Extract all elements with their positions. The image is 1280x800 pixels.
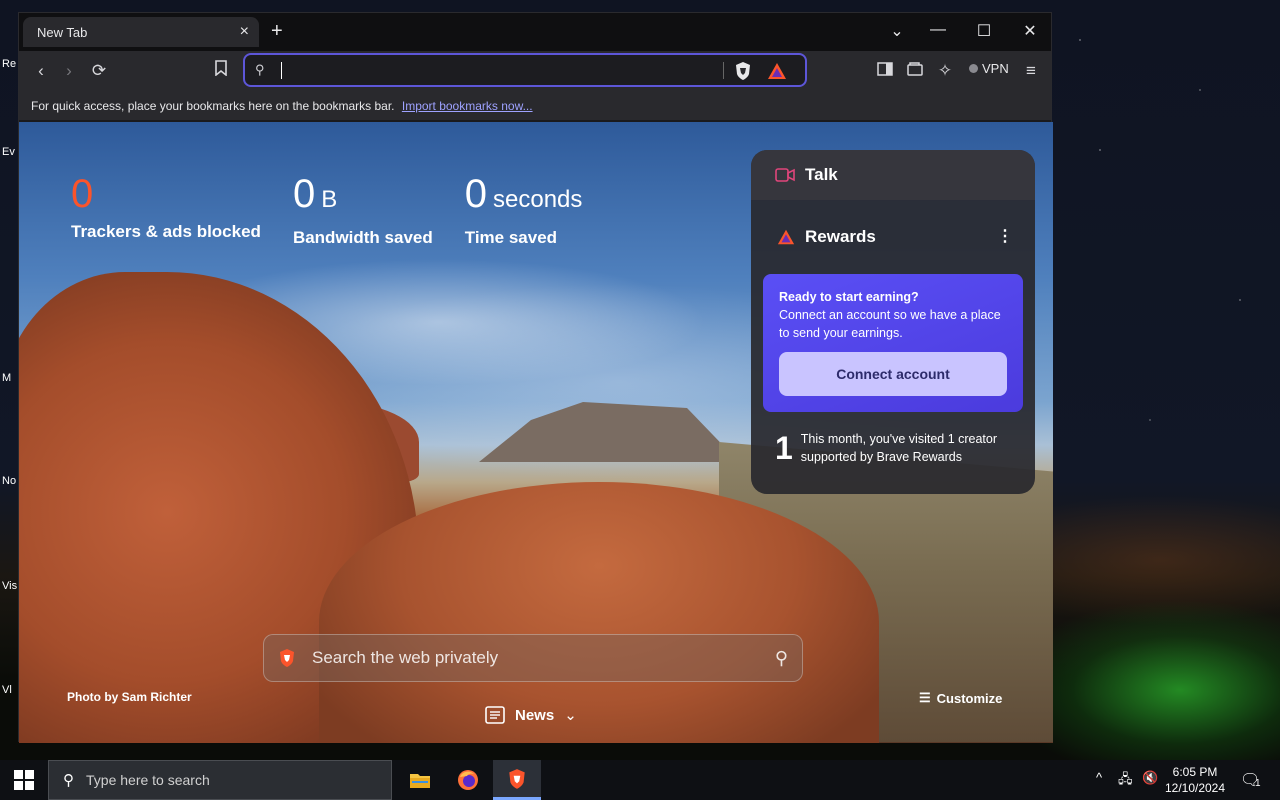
search-icon[interactable]: ⚲ [775,648,788,669]
photo-credit[interactable]: Photo by Sam Richter [67,690,192,704]
bookmarks-hint: For quick access, place your bookmarks h… [31,99,395,113]
rewards-widget-header: Rewards ⋮ [751,212,1035,262]
forward-icon[interactable]: › [57,59,81,83]
network-icon[interactable]: 🖧 [1118,770,1133,792]
tab-strip: New Tab × + ⌄ — ☐ ✕ [19,13,1051,51]
trackers-label: Trackers & ads blocked [71,222,261,241]
creators-visited: 1 This month, you've visited 1 creator s… [775,430,1035,466]
earning-body: Connect an account so we have a place to… [779,308,1001,340]
bandwidth-label: Bandwidth saved [292,228,433,247]
brave-shields-icon[interactable] [734,61,752,81]
chevron-down-icon: ⌄ [564,707,577,724]
tab-new-tab[interactable]: New Tab × [23,17,259,47]
file-explorer-icon[interactable] [396,760,444,800]
close-window-button[interactable]: ✕ [1007,21,1053,41]
ntp-search-placeholder: Search the web privately [312,648,499,667]
earning-title: Ready to start earning? [779,290,919,304]
brave-rewards-icon[interactable] [767,61,787,81]
visited-count: 1 [775,430,793,466]
vpn-label: VPN [982,61,1009,76]
desktop-icon[interactable]: M [2,372,18,384]
background-photo [319,482,879,743]
visited-text: This month, you've visited 1 creator sup… [800,432,998,464]
background-photo [479,402,739,462]
rewards-title: Rewards [805,227,876,246]
divider [723,62,724,79]
taskbar: ⚲ Type here to search ^ 🖧 🔇 6:05 PM 12/1… [0,760,1280,800]
windows-start-icon[interactable] [14,770,34,790]
news-toggle[interactable]: News ⌄ [485,706,577,724]
search-icon: ⚲ [255,62,265,77]
bandwidth-unit: B [321,186,338,213]
ntp-search-box[interactable]: Search the web privately ⚲ [263,634,803,682]
new-tab-button[interactable]: + [271,20,283,43]
minimize-button[interactable]: — [915,21,961,39]
time-value: 0 [464,172,487,216]
stats-widget: 0 Trackers & ads blocked 0B Bandwidth sa… [71,172,582,248]
customize-button[interactable]: ☰ Customize [919,690,1002,706]
tab-title: New Tab [37,24,88,40]
desktop-icon[interactable]: No [2,475,18,487]
address-input[interactable] [285,59,715,83]
maximize-button[interactable]: ☐ [961,21,1007,41]
vpn-status-icon [969,64,978,73]
brave-browser-icon[interactable] [493,760,541,800]
desktop-icon[interactable]: Re [2,58,18,70]
bookmark-icon[interactable] [209,59,233,83]
wallet-icon[interactable] [903,59,927,83]
new-tab-page: 0 Trackers & ads blocked 0B Bandwidth sa… [19,122,1053,743]
bandwidth-value: 0 [292,172,316,216]
menu-icon[interactable]: ≡ [1019,59,1043,83]
search-icon: ⚲ [63,772,74,789]
back-icon[interactable]: ‹ [29,59,53,83]
clock-time: 6:05 PM [1172,765,1218,779]
sidebar-icon[interactable] [873,59,897,83]
customize-label: Customize [936,690,1003,706]
system-clock[interactable]: 6:05 PM 12/10/2024 [1162,764,1228,796]
brave-logo-icon [280,649,294,667]
text-caret [281,62,282,79]
address-bar[interactable]: ⚲ [243,53,807,87]
widget-stack: Talk Rewards ⋮ Ready to start earning? C… [751,150,1035,494]
desktop-icon[interactable]: Vl [2,684,18,696]
tab-search-button[interactable]: ⌄ [874,21,920,41]
talk-icon [775,168,795,182]
time-unit: seconds [493,186,583,213]
connect-account-button[interactable]: Connect account [779,352,1007,396]
talk-widget[interactable]: Talk [751,150,1035,200]
bookmarks-bar: For quick access, place your bookmarks h… [19,91,1051,121]
trackers-value: 0 [71,172,94,216]
clock-date: 12/10/2024 [1164,781,1226,795]
time-stat: 0 seconds Time saved [465,172,583,248]
taskbar-search-placeholder: Type here to search [86,772,210,788]
notification-count: 1 [1255,778,1261,789]
news-icon [485,706,505,724]
earning-card: Ready to start earning? Connect an accou… [763,274,1023,412]
taskbar-search-box[interactable]: ⚲ Type here to search [48,760,392,800]
more-options-icon[interactable]: ⋮ [997,226,1013,246]
customize-icon: ☰ [919,690,931,705]
browser-window: New Tab × + ⌄ — ☐ ✕ ‹ › ⟳ ⚲ ✧ VPN ≡ For … [18,12,1053,743]
talk-title: Talk [805,165,838,184]
import-bookmarks-link[interactable]: Import bookmarks now... [402,99,533,113]
bandwidth-stat: 0B Bandwidth saved [293,172,433,248]
desktop-icon[interactable]: Ev [2,146,18,158]
leo-ai-icon[interactable]: ✧ [933,59,957,83]
time-label: Time saved [464,228,558,247]
reload-icon[interactable]: ⟳ [87,59,111,83]
desktop-icon[interactable]: Vis [2,580,18,592]
chevron-up-icon[interactable]: ^ [1096,770,1102,785]
rewards-icon [777,229,795,245]
trackers-stat: 0 Trackers & ads blocked [71,172,261,248]
volume-muted-icon[interactable]: 🔇 [1142,770,1158,786]
toolbar: ‹ › ⟳ ⚲ ✧ VPN ≡ [19,51,1051,91]
news-label: News [515,706,555,724]
vpn-button[interactable]: VPN [969,61,1009,76]
firefox-icon[interactable] [444,760,492,800]
close-tab-icon[interactable]: × [240,23,249,41]
